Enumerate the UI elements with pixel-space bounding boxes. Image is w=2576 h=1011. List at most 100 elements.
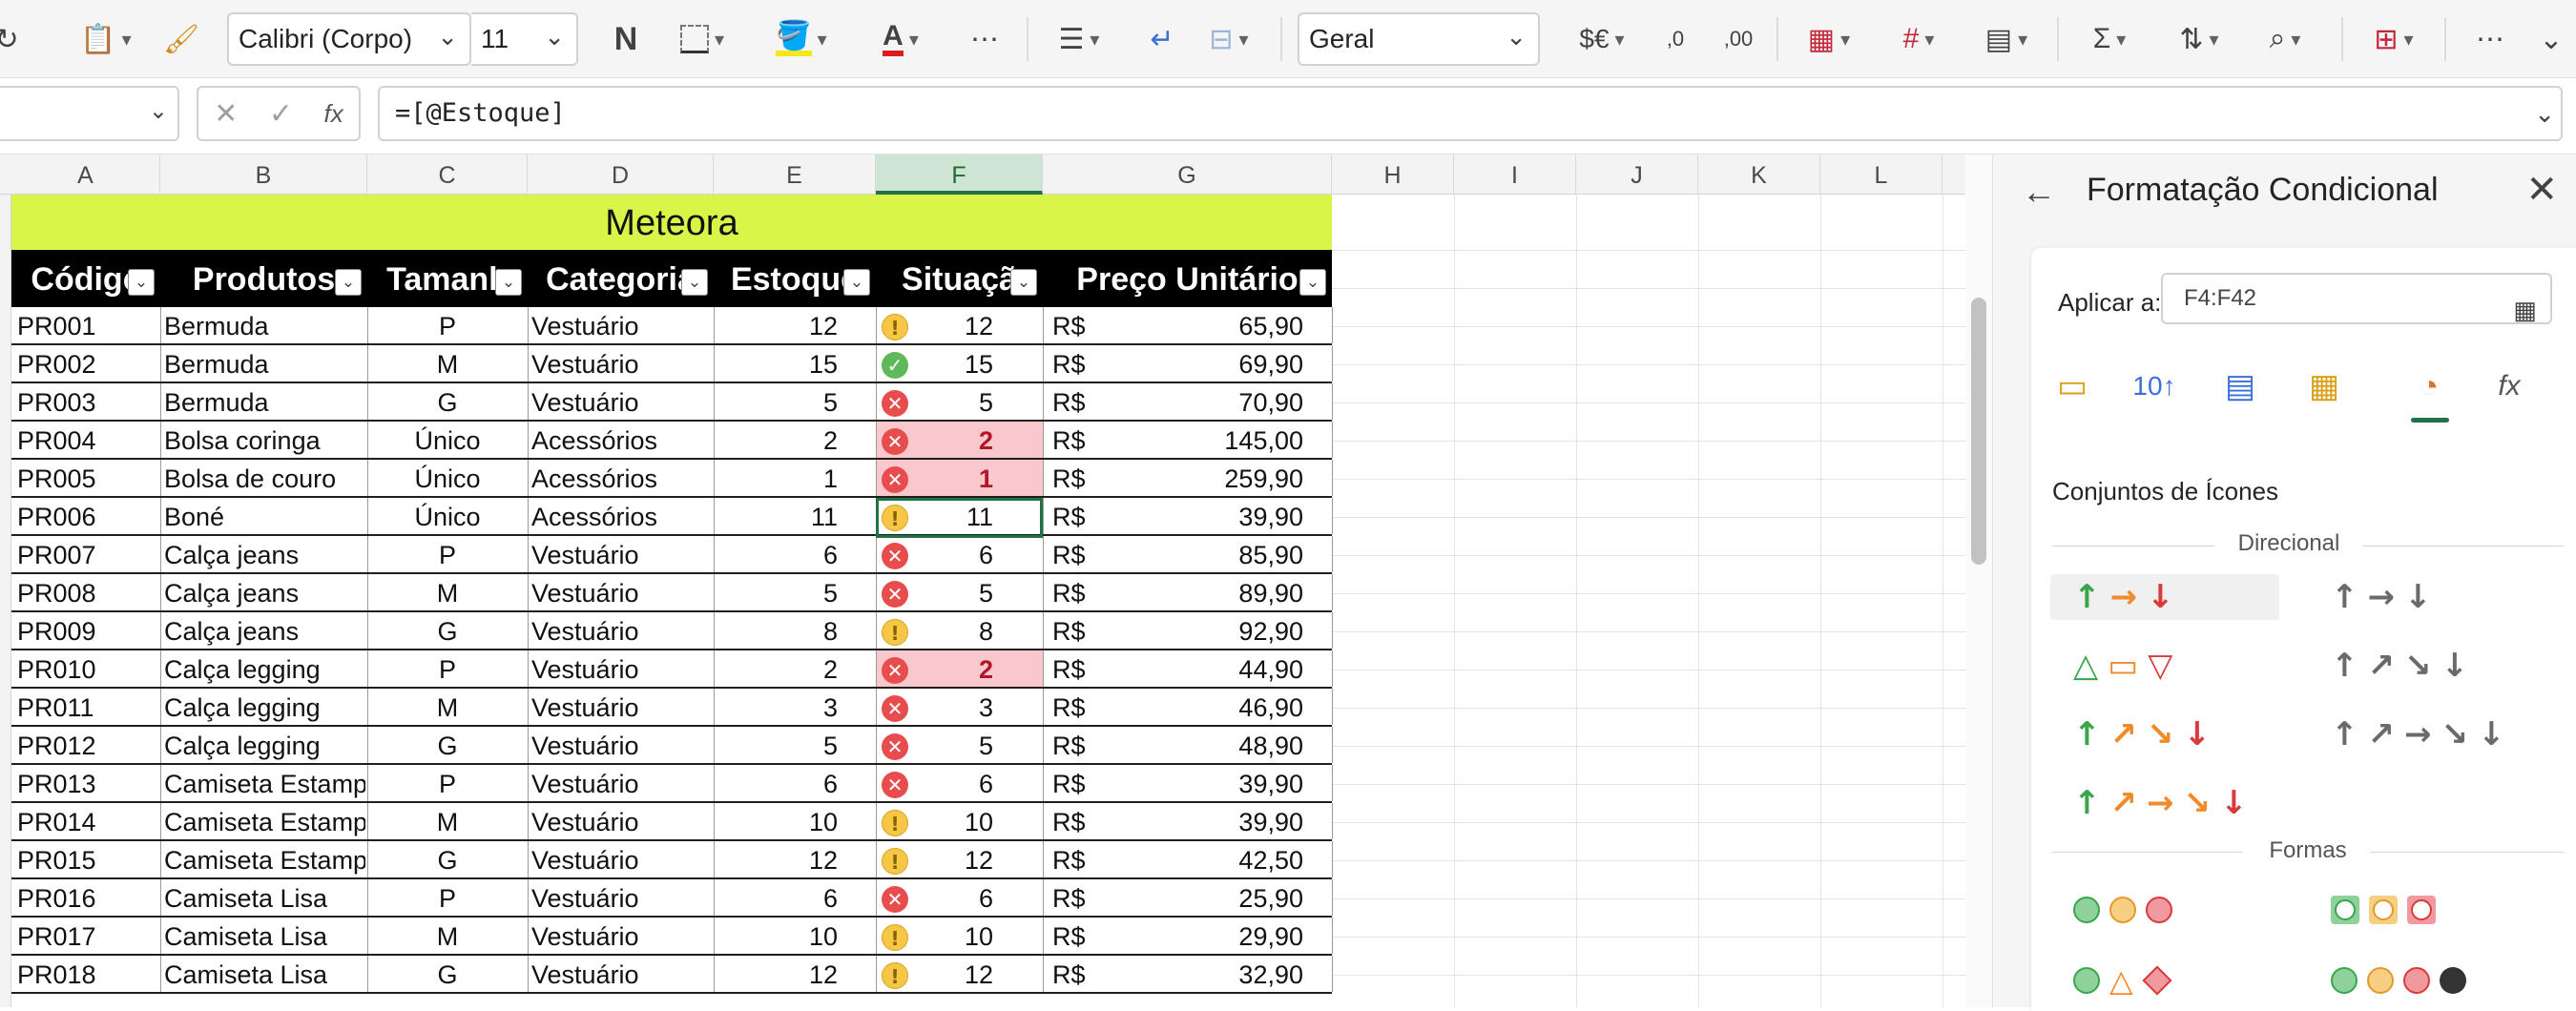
table-header-cell[interactable]: Preço Unitário (1043, 250, 1332, 307)
font-color-button[interactable]: A ▾ (862, 13, 939, 65)
cell-situacao[interactable]: ✕ 2 (876, 422, 1043, 458)
cell-codigo[interactable]: PR004 (17, 422, 158, 458)
cell-categoria[interactable]: Vestuário (531, 307, 712, 343)
cell-categoria[interactable]: Vestuário (531, 765, 712, 801)
cell-situacao[interactable]: ✕ 6 (876, 879, 1043, 916)
scrollbar-thumb[interactable] (1971, 298, 1986, 565)
cell-preco[interactable]: R$ 65,90 (1052, 307, 1303, 343)
cell-estoque[interactable]: 6 (714, 536, 838, 572)
close-icon[interactable]: ✕ (2525, 168, 2558, 212)
cell-codigo[interactable]: PR001 (17, 307, 158, 343)
cell-estoque[interactable]: 3 (714, 689, 838, 725)
cell-categoria[interactable]: Vestuário (531, 650, 712, 687)
cell-preco[interactable]: R$ 39,90 (1052, 498, 1303, 534)
cell-categoria[interactable]: Vestuário (531, 956, 712, 992)
find-button[interactable]: ⌕ ▾ (2252, 13, 2318, 65)
icon-set-3-arrows-colored[interactable]: ↑ → ↓ (2050, 574, 2279, 620)
conditional-format-button[interactable]: ▦ ▾ (1796, 13, 1862, 65)
cell-categoria[interactable]: Acessórios (531, 422, 712, 458)
cell-produto[interactable]: Calça jeans (164, 536, 365, 572)
confirm-icon[interactable]: ✓ (269, 97, 293, 131)
format-table-button[interactable]: # ▾ (1885, 13, 1952, 65)
cell-estoque[interactable]: 11 (714, 498, 838, 534)
icon-set-3-traffic-lights[interactable] (2050, 887, 2279, 933)
formula-rule-icon[interactable]: fx (2485, 362, 2533, 410)
cell-estoque[interactable]: 10 (714, 803, 838, 839)
add-ins-button[interactable]: ⊞ ▾ (2360, 13, 2427, 65)
bold-button[interactable]: N (605, 13, 647, 65)
filter-dropdown-icon[interactable]: ⌄ (1010, 269, 1037, 296)
cell-produto[interactable]: Boné (164, 498, 365, 534)
formula-input[interactable]: =[@Estoque] ⌄ (378, 86, 2563, 141)
increase-decimal-button[interactable]: ,0 (1656, 13, 1694, 65)
cell-categoria[interactable]: Vestuário (531, 918, 712, 954)
icon-set-4-arrows-colored[interactable]: ↑ ↗ ↘ ↓ (2050, 712, 2279, 757)
cell-codigo[interactable]: PR016 (17, 879, 158, 916)
sort-filter-button[interactable]: ⇅ ▾ (2166, 13, 2233, 65)
cell-preco[interactable]: R$ 42,50 (1052, 841, 1303, 877)
format-painter-button[interactable]: 🖌 (162, 13, 200, 65)
cell-produto[interactable]: Camiseta Lisa (164, 879, 365, 916)
cell-tamanho[interactable]: P (367, 307, 528, 343)
column-header[interactable]: J (1576, 155, 1698, 195)
table-title[interactable]: Meteora (11, 195, 1332, 250)
cell-preco[interactable]: R$ 44,90 (1052, 650, 1303, 687)
cell-categoria[interactable]: Vestuário (531, 803, 712, 839)
cell-situacao[interactable]: ✕ 6 (876, 536, 1043, 572)
cell-codigo[interactable]: PR013 (17, 765, 158, 801)
cell-preco[interactable]: R$ 39,90 (1052, 803, 1303, 839)
cell-situacao[interactable]: ✕ 5 (876, 383, 1043, 420)
cell-estoque[interactable]: 6 (714, 765, 838, 801)
cell-situacao[interactable]: ✕ 5 (876, 727, 1043, 763)
column-header[interactable]: I (1454, 155, 1576, 195)
cell-estoque[interactable]: 2 (714, 650, 838, 687)
cell-produto[interactable]: Camiseta Estampa (164, 765, 365, 801)
cell-codigo[interactable]: PR007 (17, 536, 158, 572)
cell-produto[interactable]: Bermuda (164, 307, 365, 343)
worksheet-grid[interactable]: ABCDEFGHIJKL Meteora Códigc ⌄ Produtos ⌄ Tam… (0, 155, 1965, 1007)
cell-estoque[interactable]: 1 (714, 460, 838, 496)
cell-preco[interactable]: R$ 29,90 (1052, 918, 1303, 954)
cell-produto[interactable]: Bermuda (164, 345, 365, 382)
cell-tamanho[interactable]: M (367, 689, 528, 725)
cell-codigo[interactable]: PR012 (17, 727, 158, 763)
fill-color-button[interactable]: 🪣 ▾ (763, 13, 840, 65)
filter-dropdown-icon[interactable]: ⌄ (843, 269, 870, 296)
cell-produto[interactable]: Camiseta Estampa (164, 803, 365, 839)
column-header[interactable]: D (528, 155, 714, 195)
filter-dropdown-icon[interactable]: ⌄ (1299, 269, 1326, 296)
more-options-icon[interactable]: ⋯ (2469, 13, 2511, 65)
cell-tamanho[interactable]: P (367, 765, 528, 801)
cell-tamanho[interactable]: G (367, 841, 528, 877)
icon-set-4-arrows-gray[interactable]: ↑ ↗ ↘ ↓ (2308, 643, 2537, 689)
filter-dropdown-icon[interactable]: ⌄ (128, 269, 155, 296)
cell-produto[interactable]: Bermuda (164, 383, 365, 420)
cell-situacao[interactable]: ! 12 (876, 307, 1043, 343)
align-button[interactable]: ☰ ▾ (1046, 13, 1112, 65)
cell-preco[interactable]: R$ 259,90 (1052, 460, 1303, 496)
cell-categoria[interactable]: Vestuário (531, 345, 712, 382)
column-header[interactable]: A (11, 155, 160, 195)
cell-produto[interactable]: Calça legging (164, 650, 365, 687)
cell-produto[interactable]: Camiseta Lisa (164, 918, 365, 954)
cell-categoria[interactable]: Vestuário (531, 536, 712, 572)
cell-preco[interactable]: R$ 145,00 (1052, 422, 1303, 458)
cell-estoque[interactable]: 2 (714, 422, 838, 458)
cell-tamanho[interactable]: M (367, 803, 528, 839)
cell-situacao[interactable]: ! 10 (876, 918, 1043, 954)
icon-set-4-traffic-lights[interactable] (2308, 958, 2537, 1003)
cell-estoque[interactable]: 12 (714, 841, 838, 877)
cell-estoque[interactable]: 5 (714, 574, 838, 610)
cancel-icon[interactable]: ✕ (214, 97, 238, 131)
vertical-scrollbar[interactable] (1965, 155, 1992, 1007)
cell-situacao[interactable]: ✕ 5 (876, 574, 1043, 610)
cell-styles-button[interactable]: ▤ ▾ (1973, 13, 2040, 65)
cell-codigo[interactable]: PR010 (17, 650, 158, 687)
cell-preco[interactable]: R$ 70,90 (1052, 383, 1303, 420)
font-name-select[interactable]: Calibri (Corpo) ⌄ (227, 12, 471, 66)
cell-codigo[interactable]: PR017 (17, 918, 158, 954)
cell-estoque[interactable]: 12 (714, 307, 838, 343)
select-range-icon[interactable]: ▦ (2513, 286, 2537, 334)
cell-tamanho[interactable]: Único (367, 460, 528, 496)
column-header[interactable]: L (1820, 155, 1942, 195)
